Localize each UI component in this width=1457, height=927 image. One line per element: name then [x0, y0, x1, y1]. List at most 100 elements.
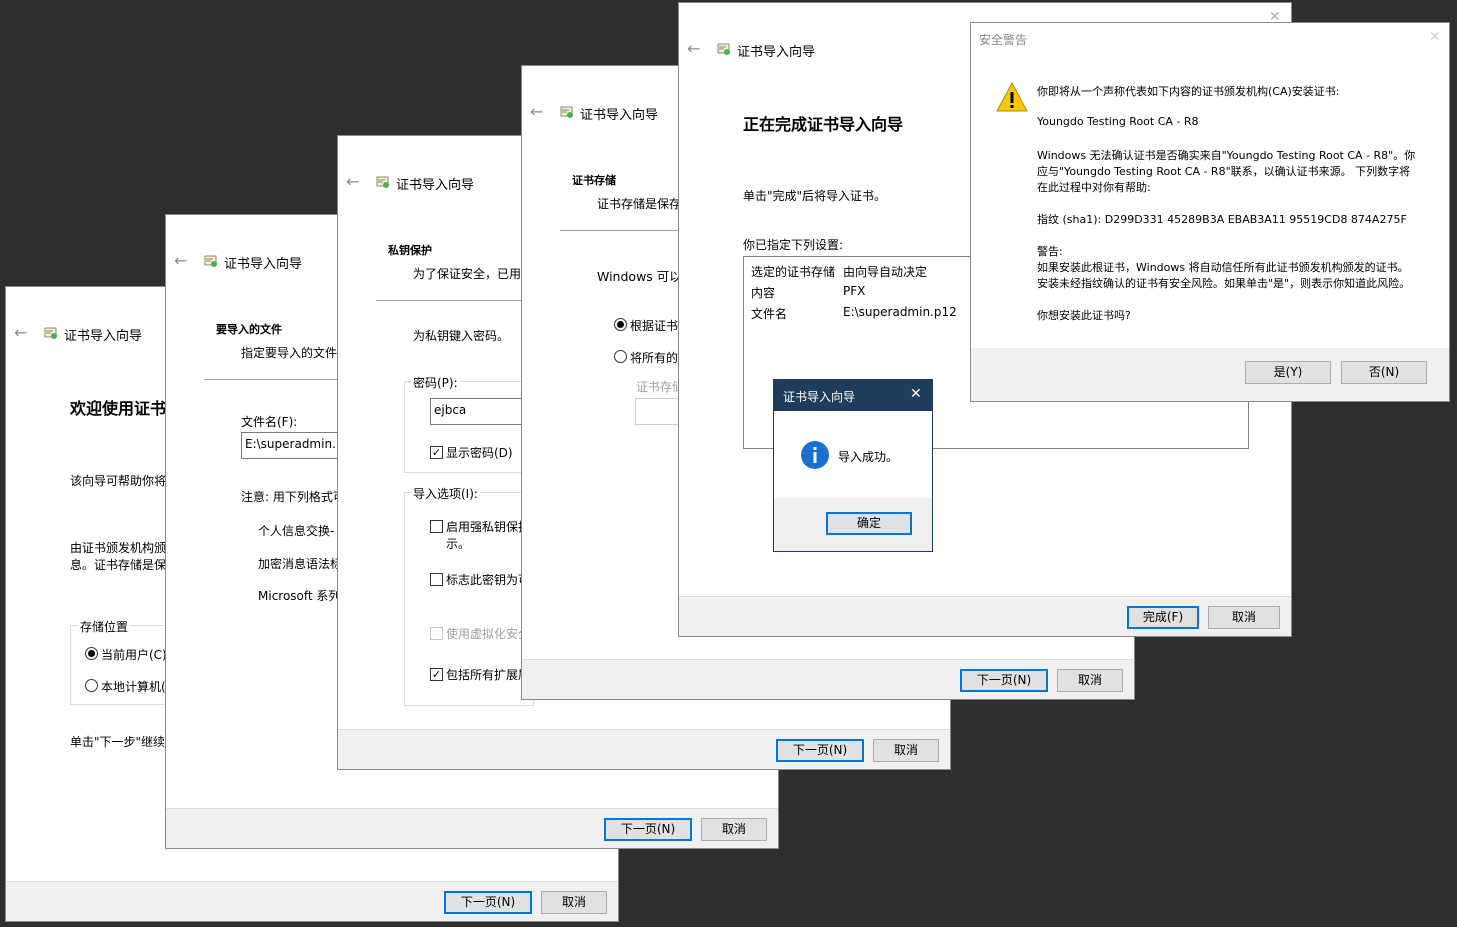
thumbprint: 指纹 (sha1): D299D331 45289B3A EBAB3A11 95… [1037, 213, 1407, 226]
store-location-label: 存储位置 [78, 618, 131, 635]
button-bar: 下一页(N) 取消 [166, 808, 778, 848]
dialog-title: 安全警告 [979, 33, 1028, 47]
next-button[interactable]: 下一页(N) [776, 739, 864, 762]
info-text-line1: 由证书颁发机构颁 [70, 541, 167, 555]
include-extended-props-label: 包括所有扩展属 [446, 668, 531, 682]
password-label: 密码(P): [411, 374, 460, 391]
dialog-button-bar: 确定 [774, 498, 932, 551]
header-separator [560, 230, 690, 231]
include-extended-props-checkbox[interactable]: ✓ [430, 668, 443, 681]
current-user-radio[interactable] [85, 647, 98, 660]
welcome-heading: 欢迎使用证书 [70, 399, 167, 418]
mark-exportable-label: 标志此密钥为可 [446, 573, 531, 587]
warning-label: 警告: [1037, 245, 1063, 258]
close-icon[interactable]: ✕ [910, 386, 922, 402]
format-sst: Microsoft 系列 [258, 589, 341, 603]
no-button[interactable]: 否(N) [1341, 361, 1427, 384]
warning-detail-line3: 在此过程中对你有帮助: [1037, 181, 1151, 194]
next-button[interactable]: 下一页(N) [960, 669, 1048, 692]
certificate-icon [44, 327, 57, 339]
current-user-label: 当前用户(C) [101, 648, 167, 662]
settings-key: 选定的证书存储 [751, 265, 836, 279]
next-button[interactable]: 下一页(N) [444, 891, 532, 914]
cancel-button[interactable]: 取消 [1057, 669, 1123, 692]
warning-intro: 你即将从一个声称代表如下内容的证书颁发机构(CA)安装证书: [1037, 85, 1340, 98]
format-note: 注意: 用下列格式可 [241, 490, 345, 504]
back-arrow-icon[interactable]: ← [174, 251, 187, 270]
security-warning-dialog: 安全警告 ✕ 你即将从一个声称代表如下内容的证书颁发机构(CA)安装证书: Yo… [970, 22, 1450, 402]
local-machine-radio[interactable] [85, 679, 98, 692]
file-name-label: 文件名(F): [241, 415, 298, 429]
section-subtitle: 指定要导入的文件 [241, 346, 338, 360]
section-title: 证书存储 [572, 174, 616, 187]
button-bar: 下一页(N) 取消 [338, 729, 950, 769]
certificate-icon [560, 106, 573, 118]
section-subtitle: 证书存储是保存 [597, 197, 682, 211]
cancel-button[interactable]: 取消 [1208, 606, 1280, 629]
info-icon [801, 441, 829, 469]
button-bar: 下一页(N) 取消 [6, 881, 618, 921]
local-machine-label: 本地计算机( [101, 680, 166, 694]
next-button[interactable]: 下一页(N) [604, 818, 692, 841]
finish-button[interactable]: 完成(F) [1127, 606, 1199, 629]
warning-detail-line2: 应与"Youngdo Testing Root CA - R8"联系，以确认证书… [1037, 165, 1411, 178]
virtualization-security-label: 使用虚拟化安全 [446, 627, 531, 641]
settings-key: 文件名 [751, 307, 788, 321]
show-password-checkbox[interactable]: ✓ [430, 446, 443, 459]
place-in-store-label: 将所有的 [630, 351, 679, 365]
cancel-button[interactable]: 取消 [541, 891, 607, 914]
finish-instruction: 单击"完成"后将导入证书。 [743, 189, 887, 203]
header-separator [376, 300, 526, 301]
virtualization-security-checkbox[interactable] [430, 627, 443, 640]
strong-key-protection-label: 启用强私钥保护 [446, 520, 531, 534]
wizard-title: 证书导入向导 [737, 45, 816, 60]
back-arrow-icon[interactable]: ← [346, 172, 359, 191]
store-intro-text: Windows 可以 [597, 269, 682, 284]
auto-select-store-radio[interactable] [614, 318, 627, 331]
dialog-button-bar: 是(Y) 否(N) [971, 348, 1449, 401]
cancel-button[interactable]: 取消 [873, 739, 939, 762]
warning-text-line1: 如果安装此根证书，Windows 将自动信任所有此证书颁发机构颁发的证书。 [1037, 261, 1409, 274]
intro-text: 该向导可帮助你将 [70, 474, 167, 488]
settings-value: E:\superadmin.p12 [843, 305, 957, 319]
button-bar: 下一页(N) 取消 [522, 659, 1134, 699]
password-input[interactable]: ejbca [430, 398, 530, 425]
back-arrow-icon[interactable]: ← [530, 102, 543, 121]
back-arrow-icon[interactable]: ← [687, 39, 700, 58]
dialog-titlebar: 证书导入向导 ✕ [774, 380, 932, 411]
ok-button[interactable]: 确定 [826, 512, 912, 535]
password-prompt: 为私钥键入密码。 [413, 329, 510, 343]
completing-heading: 正在完成证书导入向导 [743, 115, 904, 134]
info-text-line2: 息。证书存储是保 [70, 558, 167, 572]
warning-icon [996, 81, 1028, 112]
section-title: 私钥保护 [388, 244, 432, 257]
format-pkcs7: 加密消息语法标 [258, 557, 343, 571]
wizard-title: 证书导入向导 [580, 108, 659, 123]
yes-button[interactable]: 是(Y) [1245, 361, 1331, 384]
button-bar: 完成(F) 取消 [679, 596, 1291, 636]
format-pfx: 个人信息交换- [258, 524, 335, 538]
auto-select-store-label: 根据证书 [630, 319, 679, 333]
section-title: 要导入的文件 [216, 323, 282, 336]
strong-key-protection-checkbox[interactable] [430, 520, 443, 533]
certificate-icon [376, 176, 389, 188]
cancel-button[interactable]: 取消 [701, 818, 767, 841]
close-icon[interactable]: ✕ [1429, 29, 1441, 45]
mark-exportable-checkbox[interactable] [430, 573, 443, 586]
continue-text: 单击"下一步"继续 [70, 735, 166, 749]
import-options-label: 导入选项(I): [411, 485, 480, 502]
strong-key-protection-label-2: 示。 [446, 537, 471, 551]
dialog-title: 证书导入向导 [783, 390, 856, 404]
dialog-message: 导入成功。 [838, 450, 899, 464]
section-subtitle: 为了保证安全，已用 [413, 267, 522, 281]
warning-text-line2: 安装未经指纹确认的证书有安全风险。如果单击"是"，则表示你知道此风险。 [1037, 277, 1411, 290]
wizard-title: 证书导入向导 [224, 257, 303, 272]
cert-store-label: 证书存储 [636, 380, 685, 394]
back-arrow-icon[interactable]: ← [14, 323, 27, 342]
warning-detail-line1: Windows 无法确认证书是否确实来自"Youngdo Testing Roo… [1037, 149, 1416, 162]
certificate-icon [717, 43, 730, 55]
ca-name: Youngdo Testing Root CA - R8 [1037, 115, 1199, 128]
wizard-title: 证书导入向导 [396, 178, 475, 193]
certificate-icon [204, 255, 217, 267]
place-in-store-radio[interactable] [614, 350, 627, 363]
